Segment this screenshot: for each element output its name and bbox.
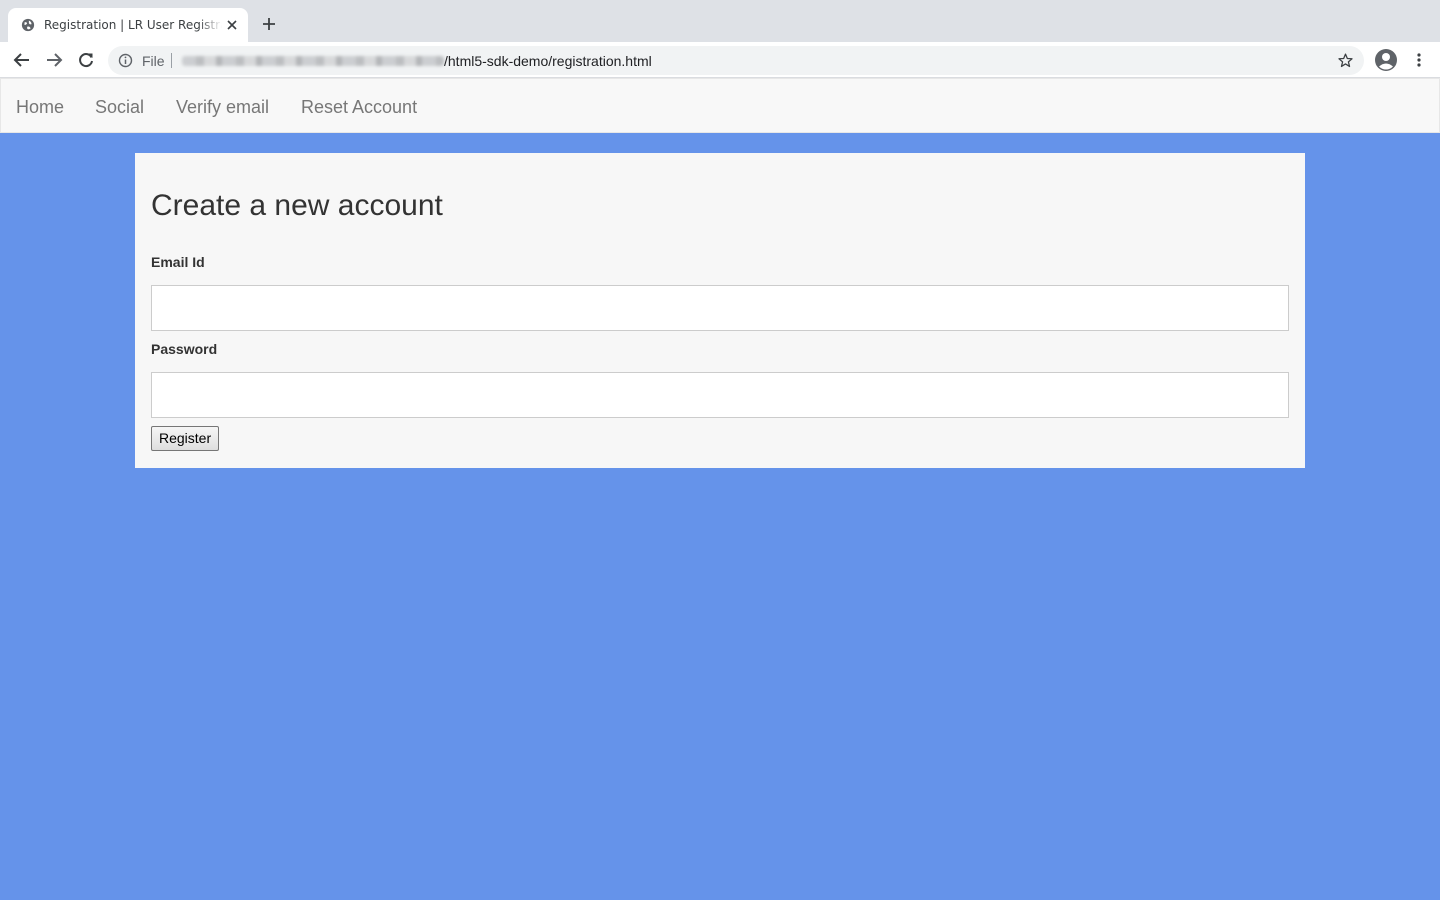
- tab-title-fade: [198, 14, 222, 36]
- nav-link-social[interactable]: Social: [95, 97, 144, 117]
- url-scheme-label: File: [142, 53, 165, 69]
- nav-link-reset-account[interactable]: Reset Account: [301, 97, 417, 117]
- register-button[interactable]: Register: [151, 426, 220, 451]
- site-navbar: Home Social Verify email Reset Account: [0, 78, 1440, 133]
- browser-toolbar: File /html5-sdk-demo/registration.html: [0, 42, 1440, 78]
- url-separator: [171, 53, 172, 68]
- browser-tabstrip: Registration | LR User Registration: [0, 0, 1440, 42]
- address-bar[interactable]: File /html5-sdk-demo/registration.html: [108, 46, 1364, 75]
- nav-link-home[interactable]: Home: [16, 97, 64, 117]
- back-arrow-icon[interactable]: [13, 51, 31, 69]
- registration-card: Create a new account Email Id Password R…: [135, 153, 1305, 468]
- password-label: Password: [151, 341, 218, 357]
- tab-title: Registration | LR User Registration: [44, 18, 222, 32]
- plus-icon[interactable]: [261, 16, 277, 32]
- url-path: /html5-sdk-demo/registration.html: [444, 53, 652, 69]
- browser-tab[interactable]: Registration | LR User Registration: [8, 8, 248, 42]
- close-icon[interactable]: [225, 18, 239, 32]
- reload-icon[interactable]: [77, 51, 95, 69]
- star-icon[interactable]: [1337, 52, 1354, 69]
- page-title: Create a new account: [151, 189, 443, 222]
- blurred-url-segment: [182, 56, 444, 66]
- email-field[interactable]: [151, 285, 1289, 331]
- forward-arrow-icon[interactable]: [45, 51, 63, 69]
- kebab-menu-icon[interactable]: [1411, 52, 1427, 68]
- info-icon[interactable]: [118, 53, 133, 68]
- email-label: Email Id: [151, 254, 205, 270]
- profile-icon[interactable]: [1374, 48, 1398, 72]
- globe-icon: [21, 18, 35, 32]
- password-field[interactable]: [151, 372, 1289, 418]
- nav-link-verify-email[interactable]: Verify email: [176, 97, 269, 117]
